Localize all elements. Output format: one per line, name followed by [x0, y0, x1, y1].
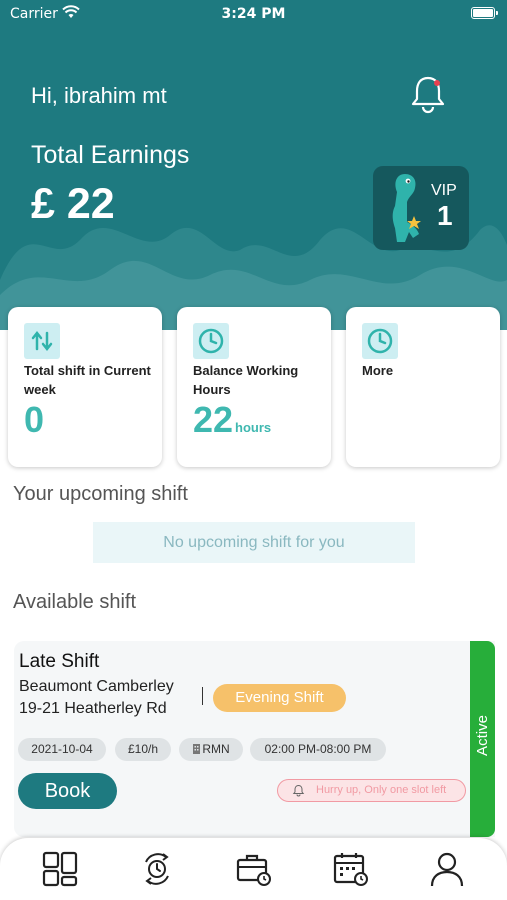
clock-icon [193, 323, 229, 359]
book-button[interactable]: Book [18, 773, 117, 809]
vip-badge[interactable]: VIP 1 [373, 166, 469, 250]
total-earnings-value: £ 22 [31, 180, 115, 228]
shift-card[interactable]: Late Shift Beaumont Camberley 19-21 Heat… [14, 641, 495, 837]
stat-unit: hours [235, 420, 272, 435]
notification-bell-icon[interactable] [408, 72, 448, 114]
dashboard-icon[interactable] [41, 850, 79, 888]
header-panel: Carrier 3:24 PM Hi, ibrahim mt Total Ear… [0, 0, 507, 330]
shift-period-badge: Evening Shift [213, 684, 346, 712]
shift-location-line2: 19-21 Heatherley Rd [19, 700, 167, 717]
bell-icon [292, 784, 305, 797]
jobs-icon[interactable] [235, 850, 273, 888]
shift-date-chip: 2021-10-04 [18, 738, 106, 761]
stat-number: 22 [193, 399, 234, 440]
stat-card-weekly-shifts[interactable]: Total shift in Current week 0 [8, 307, 162, 467]
swap-arrows-icon [24, 323, 60, 359]
shift-status-label: Active [474, 715, 491, 756]
upcoming-shift-title: Your upcoming shift [13, 483, 188, 505]
shift-rate-chip: £10/h [115, 738, 171, 761]
shift-role-chip: RMN [179, 738, 243, 761]
available-shift-title: Available shift [13, 591, 137, 613]
clock-icon [362, 323, 398, 359]
total-earnings-label: Total Earnings [31, 141, 190, 169]
shift-status-strip: Active [470, 641, 495, 837]
shift-location-line1: Beaumont Camberley [19, 678, 174, 695]
clock: 3:24 PM [221, 6, 286, 22]
hurry-up-notice: Hurry up, Only one slot left [277, 779, 466, 802]
stat-label: More [362, 363, 394, 378]
calendar-icon[interactable] [332, 850, 370, 888]
building-icon [193, 744, 201, 754]
battery-icon [471, 7, 498, 19]
profile-icon[interactable] [428, 850, 466, 888]
divider [202, 687, 203, 705]
vip-label: VIP [431, 182, 457, 199]
no-upcoming-shift-message: No upcoming shift for you [93, 522, 415, 563]
shift-time-chip: 02:00 PM-08:00 PM [250, 738, 386, 761]
hurry-up-text: Hurry up, Only one slot left [316, 784, 447, 796]
stat-card-working-hours[interactable]: Balance Working Hours 22 hours [177, 307, 331, 467]
shift-swap-icon[interactable] [138, 850, 176, 888]
stat-label: Total shift in Current week [24, 363, 151, 397]
vip-level: 1 [437, 200, 453, 231]
dino-mascot-icon [392, 174, 421, 242]
stat-value: 22 hours [193, 399, 271, 441]
stat-value: 0 [24, 399, 44, 441]
stat-label: Balance Working Hours [193, 363, 299, 397]
shift-location: Beaumont Camberley 19-21 Heatherley Rd [19, 676, 174, 720]
shift-role: RMN [202, 742, 230, 756]
greeting-text: Hi, ibrahim mt [31, 83, 167, 108]
status-bar: Carrier 3:24 PM [0, 0, 507, 30]
shift-name: Late Shift [19, 651, 100, 672]
bottom-tab-bar [0, 838, 507, 900]
stat-number: 0 [24, 399, 45, 440]
stat-card-more[interactable]: More [346, 307, 500, 467]
